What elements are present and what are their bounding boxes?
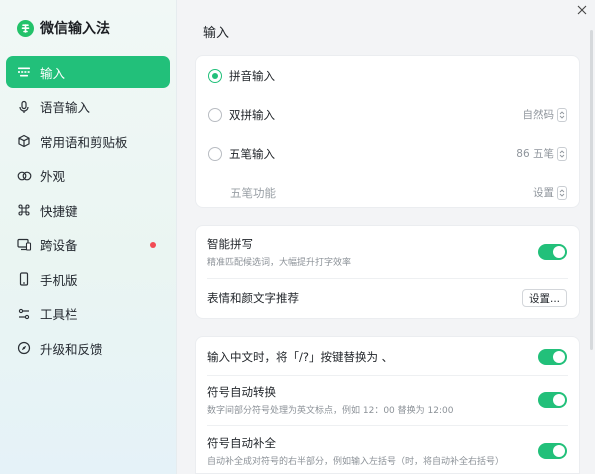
wubi-option[interactable]: 五笔输入 86 五笔 xyxy=(196,134,579,173)
shuangpin-scheme-select[interactable]: 自然码 xyxy=(522,107,567,122)
keyboard-icon xyxy=(16,64,32,80)
wechat-ime-logo-icon xyxy=(17,19,34,37)
symbol-auto-convert-toggle[interactable] xyxy=(538,392,567,408)
sidebar-item-label: 语音输入 xyxy=(40,100,91,115)
wubi-label: 五笔输入 xyxy=(229,146,275,161)
symbol-auto-convert-title: 符号自动转换 xyxy=(207,385,276,399)
updown-arrows-icon xyxy=(557,185,567,200)
pinyin-option[interactable]: 拼音输入 xyxy=(196,56,579,95)
symbol-auto-complete-row: 符号自动补全 自动补全成对符号的右半部分，例如输入左括号（时，将自动补全右括号） xyxy=(196,435,579,467)
sidebar-item-appearance[interactable]: 外观 xyxy=(6,160,170,192)
divider xyxy=(207,375,568,376)
smart-pinyin-desc: 精准匹配候选词，大幅提升打字效率 xyxy=(207,258,352,268)
smart-input-card: 智能拼写 精准匹配候选词，大幅提升打字效率 表情和颜文字推荐 设置... xyxy=(195,225,580,319)
slash-replace-toggle[interactable] xyxy=(538,349,567,365)
slash-replace-title: 输入中文时，将「/?」按键替换为 、 xyxy=(207,350,394,364)
sidebar-item-label: 手机版 xyxy=(40,272,78,288)
app-window: 微信输入法 输入 语音输入 常用语和剪贴板 外观 快捷键 跨设备 手机版 工具栏… xyxy=(0,0,595,474)
notification-dot xyxy=(150,241,156,248)
devices-icon xyxy=(16,237,32,253)
sidebar-item-label: 快捷键 xyxy=(40,203,78,219)
sidebar-item-cross-device[interactable]: 跨设备 xyxy=(6,229,170,261)
page-title: 输入 xyxy=(203,26,230,41)
shuangpin-radio[interactable] xyxy=(208,107,222,122)
wubi-version-select[interactable]: 86 五笔 xyxy=(516,146,567,161)
shuangpin-scheme-value: 自然码 xyxy=(522,109,555,121)
sidebar-item-phrases-clipboard[interactable]: 常用语和剪贴板 xyxy=(6,125,170,157)
close-button[interactable] xyxy=(575,3,589,17)
appearance-rings-icon xyxy=(16,168,32,184)
emoji-settings-button[interactable]: 设置... xyxy=(521,289,567,307)
sidebar-nav: 输入 语音输入 常用语和剪贴板 外观 快捷键 跨设备 手机版 工具栏 升级和反馈 xyxy=(0,56,176,364)
sidebar-item-mobile[interactable]: 手机版 xyxy=(6,263,170,295)
sidebar: 微信输入法 输入 语音输入 常用语和剪贴板 外观 快捷键 跨设备 手机版 工具栏… xyxy=(0,0,177,474)
sidebar-item-label: 外观 xyxy=(40,169,66,184)
microphone-icon xyxy=(16,99,32,115)
app-title: 微信输入法 xyxy=(40,21,110,37)
wubi-functions-row: 五笔功能 设置 xyxy=(196,173,579,212)
input-method-card: 拼音输入 双拼输入 自然码 五笔输入 86 五笔 五笔功能 设置 xyxy=(195,55,580,208)
pinyin-label: 拼音输入 xyxy=(229,68,275,83)
sidebar-item-toolbar[interactable]: 工具栏 xyxy=(6,298,170,330)
emoji-recommend-row: 表情和颜文字推荐 设置... xyxy=(196,289,579,310)
symbol-auto-complete-desc: 自动补全成对符号的右半部分，例如输入左括号（时，将自动补全右括号） xyxy=(207,457,505,467)
slash-replace-row: 输入中文时，将「/?」按键替换为 、 xyxy=(196,349,579,367)
smart-pinyin-row: 智能拼写 精准匹配候选词，大幅提升打字效率 xyxy=(196,236,579,270)
sidebar-item-label: 输入 xyxy=(40,65,66,81)
pinyin-radio[interactable] xyxy=(208,68,222,83)
shuangpin-option[interactable]: 双拼输入 自然码 xyxy=(196,95,579,134)
phone-icon xyxy=(16,271,32,287)
smart-pinyin-toggle[interactable] xyxy=(538,244,567,260)
shuangpin-label: 双拼输入 xyxy=(229,107,275,122)
cube-icon xyxy=(16,133,32,149)
symbol-auto-convert-row: 符号自动转换 数字间部分符号处理为英文标点，例如 12：00 替换为 12:00 xyxy=(196,384,579,416)
updown-arrows-icon xyxy=(557,146,567,161)
wubi-version-value: 86 五笔 xyxy=(516,148,554,160)
scrollbar-thumb[interactable] xyxy=(590,30,593,350)
compass-icon xyxy=(16,340,32,356)
updown-arrows-icon xyxy=(557,107,567,122)
symbol-settings-card: 输入中文时，将「/?」按键替换为 、 符号自动转换 数字间部分符号处理为英文标点… xyxy=(195,336,580,474)
sidebar-item-voice-input[interactable]: 语音输入 xyxy=(6,91,170,123)
wubi-radio[interactable] xyxy=(208,146,222,161)
sidebar-item-upgrade-feedback[interactable]: 升级和反馈 xyxy=(6,332,170,364)
sidebar-item-input[interactable]: 输入 xyxy=(6,56,170,88)
smart-pinyin-title: 智能拼写 xyxy=(207,237,253,251)
sidebar-item-label: 常用语和剪贴板 xyxy=(40,134,128,150)
brand: 微信输入法 xyxy=(0,0,176,56)
toolbar-icon xyxy=(16,306,32,322)
divider xyxy=(207,278,568,279)
sidebar-item-shortcuts[interactable]: 快捷键 xyxy=(6,194,170,226)
symbol-auto-convert-desc: 数字间部分符号处理为英文标点，例如 12：00 替换为 12:00 xyxy=(207,406,454,416)
sidebar-item-label: 工具栏 xyxy=(40,307,78,322)
sidebar-item-label: 升级和反馈 xyxy=(40,341,103,357)
symbol-auto-complete-toggle[interactable] xyxy=(538,443,567,459)
scrollbar[interactable] xyxy=(589,0,594,474)
divider xyxy=(207,425,568,426)
wubi-functions-select[interactable]: 设置 xyxy=(533,185,567,200)
wubi-functions-value: 设置 xyxy=(533,187,554,199)
symbol-auto-complete-title: 符号自动补全 xyxy=(207,436,276,450)
sidebar-item-label: 跨设备 xyxy=(40,238,78,253)
wubi-functions-label: 五笔功能 xyxy=(230,185,276,200)
command-icon xyxy=(16,202,32,218)
close-icon xyxy=(577,5,587,15)
